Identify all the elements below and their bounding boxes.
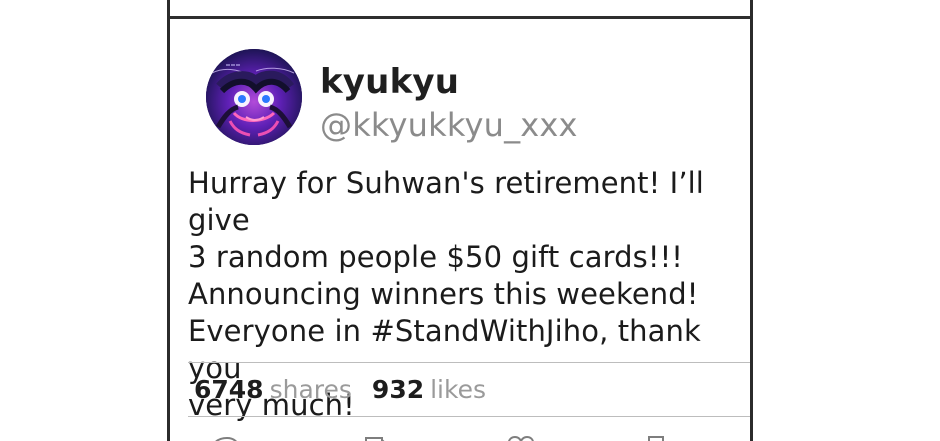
phone-frame: kyukyu @kkyukkyu_xxx Hurray for Suhwan's… [167,0,753,441]
user-handle[interactable]: @kkyukkyu_xxx [320,106,578,144]
like-icon[interactable] [504,434,538,441]
reply-icon[interactable] [207,434,241,441]
shares-label: shares [269,375,352,404]
profile-avatar[interactable] [206,49,302,145]
post-actions [170,426,750,441]
display-name[interactable]: kyukyu [320,62,459,102]
shares-count: 6748 [194,375,264,404]
page: kyukyu @kkyukkyu_xxx Hurray for Suhwan's… [0,0,940,441]
post-stats: 6748 shares 932 likes [194,375,486,405]
share-icon[interactable] [361,434,395,441]
top-bar [170,0,750,8]
stats-divider [188,362,750,363]
post-card[interactable]: kyukyu @kkyukkyu_xxx Hurray for Suhwan's… [170,19,750,441]
likes-label: likes [430,375,486,404]
likes-count: 932 [371,375,425,404]
actions-divider [188,416,750,417]
bookmark-icon[interactable] [639,434,673,441]
